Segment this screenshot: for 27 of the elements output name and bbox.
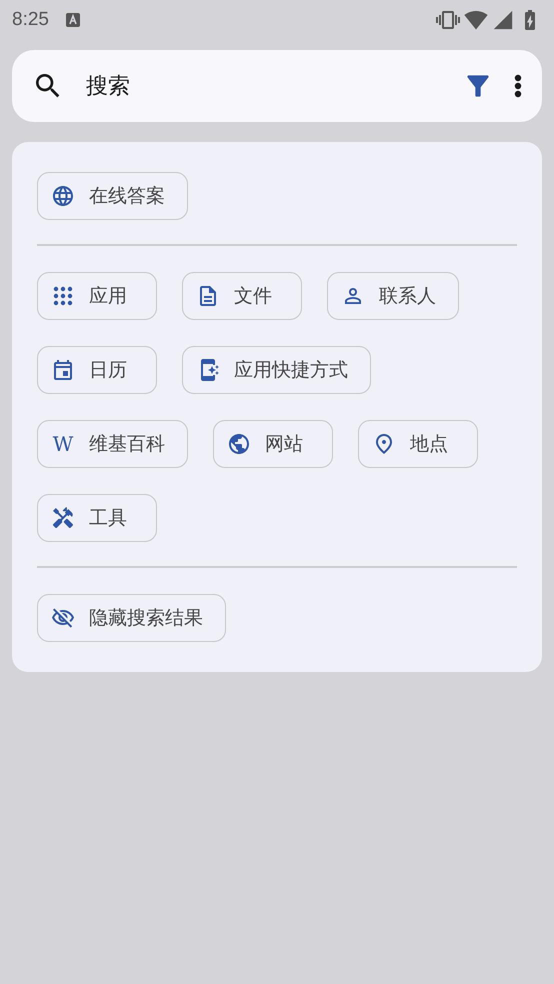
filter-chip[interactable]: 网站 bbox=[213, 420, 333, 468]
signal-icon bbox=[492, 9, 514, 31]
globe-icon bbox=[51, 184, 75, 208]
tools-icon bbox=[51, 506, 75, 530]
filter-chip[interactable]: 应用快捷方式 bbox=[182, 346, 371, 394]
keyboard-notification-icon bbox=[64, 12, 81, 28]
vibrate-icon bbox=[436, 8, 460, 32]
filter-chip[interactable]: 日历 bbox=[37, 346, 157, 394]
wikipedia-icon: W bbox=[51, 432, 75, 456]
wifi-icon bbox=[464, 8, 488, 32]
filter-chip[interactable]: 在线答案 bbox=[37, 172, 188, 220]
menu-button[interactable] bbox=[514, 74, 522, 98]
filter-chip[interactable]: 文件 bbox=[182, 272, 302, 320]
status-time: 8:25 bbox=[12, 9, 49, 31]
eye-off-icon bbox=[51, 606, 75, 630]
filter-chip[interactable]: 应用 bbox=[37, 272, 157, 320]
filter-chip[interactable]: 地点 bbox=[358, 420, 478, 468]
search-bar[interactable]: 搜索 bbox=[12, 50, 542, 122]
search-field[interactable]: 搜索 bbox=[84, 72, 442, 100]
dots-grid-icon bbox=[51, 284, 75, 308]
filter-chip[interactable]: 隐藏搜索结果 bbox=[37, 594, 226, 642]
more-icon bbox=[514, 74, 522, 98]
filter-chip[interactable]: W 维基百科 bbox=[37, 420, 188, 468]
globe-icon bbox=[227, 432, 251, 456]
filter-chip[interactable]: 工具 bbox=[37, 494, 157, 542]
filter-chip[interactable]: 联系人 bbox=[327, 272, 459, 320]
calendar-icon bbox=[51, 358, 75, 382]
